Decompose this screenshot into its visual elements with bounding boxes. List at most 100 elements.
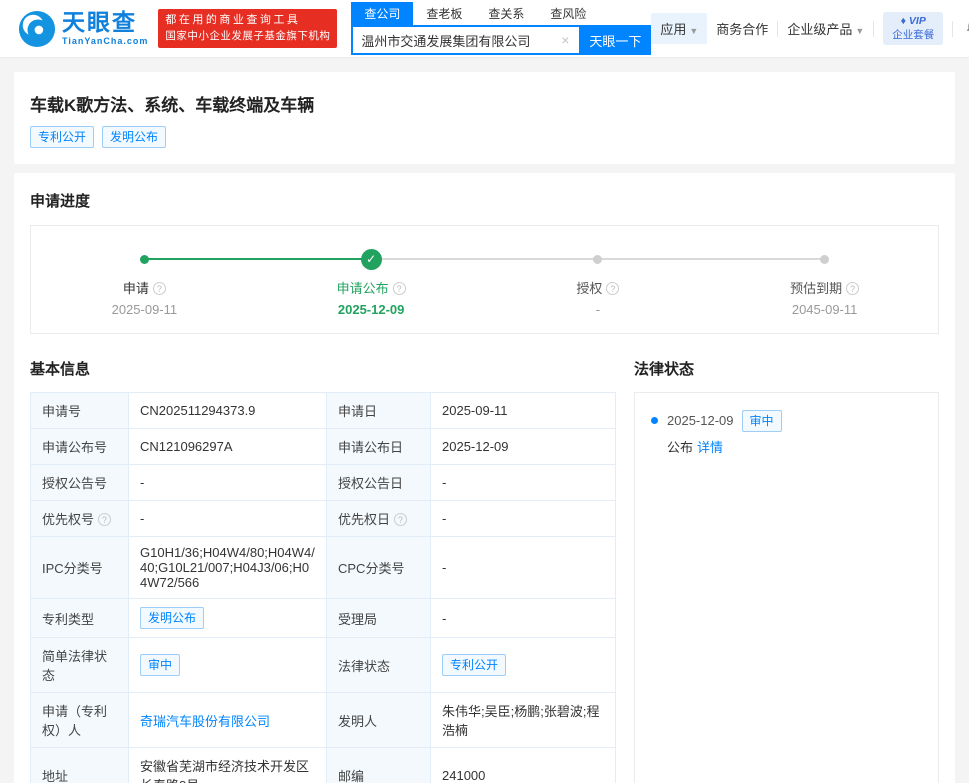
row-label: 优先权号: [42, 512, 94, 527]
nav-apps[interactable]: 应用: [651, 13, 707, 44]
top-header: 天眼查 TianYanCha.com 都在用的商业查询工具 国家中小企业发展子基…: [0, 0, 969, 58]
row-label: 申请公布号: [42, 440, 107, 455]
search-tab-company[interactable]: 查公司: [351, 2, 413, 25]
row-value: -: [442, 560, 446, 575]
legal-status-tag: 专利公开: [442, 654, 506, 676]
patent-detail-card: 申请进度 申请 2025-09-11 申请公布 2025-12-09 授权: [14, 173, 955, 783]
chevron-down-icon: [855, 26, 864, 36]
row-value: -: [140, 511, 144, 526]
search-input[interactable]: [351, 25, 579, 55]
search-tab-risk[interactable]: 查风险: [537, 2, 599, 25]
row-label: 授权公告号: [42, 476, 107, 491]
table-row: 专利类型 发明公布 受理局 -: [31, 599, 616, 638]
section-title-basic-info: 基本信息: [30, 358, 616, 379]
inventors-value: 朱伟华;吴臣;杨鹏;张碧波;程浩楠: [442, 704, 599, 738]
legal-status-date: 2025-12-09: [667, 413, 734, 428]
step-label: 申请: [123, 281, 149, 296]
step-date: 2025-12-09: [258, 302, 485, 317]
step-label: 预估到期: [790, 281, 842, 296]
row-label: 申请公布日: [338, 440, 403, 455]
vip-sublabel: 企业套餐: [892, 29, 934, 41]
brand-domain: TianYanCha.com: [62, 36, 148, 46]
row-value: CN202511294373.9: [140, 403, 255, 418]
step-dot-icon: [593, 255, 602, 264]
vip-package-badge[interactable]: ♦ VIP 企业套餐: [883, 12, 943, 45]
promo-line2: 国家中小企业发展子基金旗下机构: [165, 29, 330, 44]
search-block: 查公司 查老板 查关系 查风险 天眼一下: [351, 2, 651, 55]
row-value: -: [442, 511, 446, 526]
nav-enterprise-products[interactable]: 企业级产品: [787, 19, 864, 38]
bell-icon: [964, 19, 969, 36]
row-label: 法律状态: [338, 659, 390, 674]
top-nav: 应用 商务合作 企业级产品 ♦ VIP 企业套餐 此处有...: [651, 12, 969, 45]
timeline-step-publication: 申请公布 2025-12-09: [258, 248, 485, 317]
legal-status-item-tag: 审中: [742, 410, 782, 432]
table-row: IPC分类号 G10H1/36;H04W4/80;H04W4/40;G10L21…: [31, 537, 616, 599]
help-icon[interactable]: [393, 282, 406, 295]
chevron-down-icon: [689, 26, 698, 36]
zipcode-value: 241000: [442, 768, 485, 783]
search-tab-boss[interactable]: 查老板: [413, 2, 475, 25]
help-icon[interactable]: [98, 513, 111, 526]
basic-info-section: 基本信息 申请号 CN202511294373.9 申请日 2025-09-11…: [30, 358, 616, 783]
legal-status-box: 2025-12-09 审中 公布详情: [634, 392, 939, 783]
row-value: G10H1/36;H04W4/80;H04W4/40;G10L21/007;H0…: [140, 545, 315, 590]
applicant-link[interactable]: 奇瑞汽车股份有限公司: [140, 714, 270, 729]
tag-invention-published: 发明公布: [102, 126, 166, 148]
table-row: 优先权号 - 优先权日 -: [31, 501, 616, 537]
step-date: 2045-09-11: [711, 302, 938, 317]
bullet-icon: [651, 417, 658, 424]
promo-line1: 都在用的商业查询工具: [165, 13, 330, 29]
table-row: 申请号 CN202511294373.9 申请日 2025-09-11: [31, 393, 616, 429]
step-date: 2025-09-11: [31, 302, 258, 317]
help-icon[interactable]: [394, 513, 407, 526]
step-date: -: [485, 302, 712, 317]
timeline-step-expiry: 预估到期 2045-09-11: [711, 248, 938, 317]
patent-title-card: 车载K歌方法、系统、车载终端及车辆 专利公开 发明公布: [14, 72, 955, 164]
row-label: 邮编: [338, 769, 364, 783]
row-label: 申请号: [42, 404, 81, 419]
row-label: 专利类型: [42, 612, 94, 627]
row-label: IPC分类号: [42, 561, 103, 576]
patent-type-tag: 发明公布: [140, 607, 204, 629]
divider: [777, 21, 778, 37]
help-icon[interactable]: [153, 282, 166, 295]
row-value: 2025-12-09: [442, 439, 509, 454]
table-row: 授权公告号 - 授权公告日 -: [31, 465, 616, 501]
table-row: 简单法律状态 审中 法律状态 专利公开: [31, 638, 616, 693]
row-value: 2025-09-11: [442, 403, 508, 418]
legal-status-detail-link[interactable]: 详情: [697, 440, 723, 455]
row-label: 授权公告日: [338, 476, 403, 491]
help-icon[interactable]: [606, 282, 619, 295]
row-label: 发明人: [338, 714, 377, 729]
row-label: 地址: [42, 769, 68, 783]
search-button[interactable]: 天眼一下: [579, 25, 651, 55]
tianyancha-logo[interactable]: 天眼查 TianYanCha.com: [18, 10, 148, 48]
notifications-bell[interactable]: [964, 19, 969, 39]
section-title-legal-status: 法律状态: [634, 358, 939, 379]
vip-label: ♦ VIP: [901, 15, 926, 27]
help-icon[interactable]: [846, 282, 859, 295]
tag-patent-published: 专利公开: [30, 126, 94, 148]
nav-cooperation[interactable]: 商务合作: [716, 19, 768, 38]
legal-status-item: 2025-12-09 审中 公布详情: [651, 410, 922, 459]
brand-name: 天眼查: [62, 11, 148, 34]
tianyancha-logo-icon: [18, 10, 56, 48]
row-value: -: [140, 475, 144, 490]
step-dot-icon: [820, 255, 829, 264]
search-tabs: 查公司 查老板 查关系 查风险: [351, 2, 651, 25]
divider: [873, 21, 874, 37]
simple-legal-status-tag: 审中: [140, 654, 180, 676]
check-circle-icon: [361, 249, 382, 270]
search-tab-relation[interactable]: 查关系: [475, 2, 537, 25]
row-label: 申请日: [338, 404, 377, 419]
page-title: 车载K歌方法、系统、车载终端及车辆: [30, 91, 939, 116]
step-label: 授权: [576, 281, 602, 296]
row-value: CN121096297A: [140, 439, 233, 454]
step-label: 申请公布: [337, 281, 389, 296]
legal-status-action: 公布: [667, 440, 693, 455]
clear-icon[interactable]: [557, 32, 573, 48]
table-row: 申请（专利权）人 奇瑞汽车股份有限公司 发明人 朱伟华;吴臣;杨鹏;张碧波;程浩…: [31, 693, 616, 748]
main-content: 车载K歌方法、系统、车载终端及车辆 专利公开 发明公布 申请进度 申请 2025…: [0, 72, 969, 783]
table-row: 地址 安徽省芜湖市经济技术开发区长春路8号 邮编 241000: [31, 748, 616, 783]
